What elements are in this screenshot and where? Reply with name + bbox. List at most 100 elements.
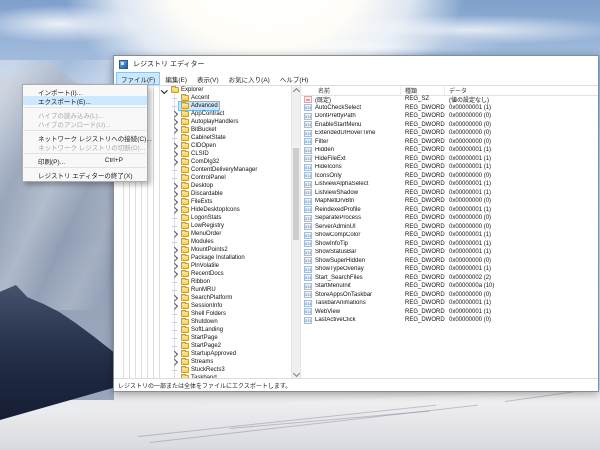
value-row[interactable]: 011HideIconsREG_DWORD0x00000001 (1) [301,163,598,172]
value-row[interactable]: 011ShowSuperHiddenREG_DWORD0x00000000 (0… [301,257,598,266]
tree-node[interactable]: BitBucket [178,126,218,134]
tree-node[interactable]: AppContract [178,110,226,118]
tree-node[interactable]: SoftLanding [178,326,225,334]
chevron-right-icon[interactable] [170,128,178,133]
tree-node[interactable]: MenuOrder [178,230,223,238]
tree-item[interactable]: Shutdown [114,318,291,326]
chevron-right-icon[interactable] [170,264,178,269]
menubar-item-help[interactable]: ヘルプ(H) [275,72,314,85]
tree-node[interactable]: MountPoints2 [178,246,230,254]
tree-item[interactable]: Modules [114,238,291,246]
tree-item[interactable]: PlnVolatile [114,262,291,270]
tree-item[interactable]: Ribbon [114,278,291,286]
scroll-up-icon[interactable] [293,88,300,95]
tree-node[interactable]: LogonStats [178,214,223,222]
value-row[interactable]: 011EnableStartMenuREG_DWORD0x00000000 (0… [301,121,598,130]
value-row[interactable]: 011ShowCompColorREG_DWORD0x00000001 (1) [301,231,598,240]
tree-node[interactable]: RunMRU [178,286,218,294]
tree-node[interactable]: Shutdown [178,318,220,326]
value-row[interactable]: 011MapNetDrvBtnREG_DWORD0x00000000 (0) [301,197,598,206]
value-row[interactable]: 011HiddenREG_DWORD0x00000001 (1) [301,146,598,155]
tree-node[interactable]: Explorer [168,86,205,94]
tree-item[interactable]: FileExts [114,198,291,206]
chevron-right-icon[interactable] [170,296,178,301]
tree-node[interactable]: Package Installation [178,254,247,262]
value-row[interactable]: 011WebViewREG_DWORD0x00000001 (1) [301,308,598,317]
value-row[interactable]: 011TaskbarAnimationsREG_DWORD0x00000001 … [301,299,598,308]
tree-item[interactable]: SessionInfo [114,302,291,310]
chevron-right-icon[interactable] [170,184,178,189]
value-row[interactable]: 011ReindexedProfileREG_DWORD0x00000001 (… [301,206,598,215]
file-menu-item[interactable]: ハイブのアンロード(U)... [23,119,147,128]
tree-item[interactable]: Package Installation [114,254,291,262]
file-menu-item[interactable]: レジストリ エディターの終了(X) [23,170,147,179]
column-header-type[interactable]: 種類 [401,86,445,95]
tree-node[interactable]: CLSID [178,150,211,158]
value-row[interactable]: 011ExtendedUIHoverTimeREG_DWORD0x0000000… [301,129,598,138]
menubar-item-favorites[interactable]: お気に入り(A) [224,72,275,85]
chevron-right-icon[interactable] [170,232,178,237]
tree-node[interactable]: CIDOpen [178,142,218,150]
tree-item[interactable]: StartPage2 [114,342,291,350]
value-row[interactable]: 011ListviewAlphaSelectREG_DWORD0x0000000… [301,180,598,189]
tree-node[interactable]: StartupApproved [178,350,238,358]
value-row[interactable]: 011ListviewShadowREG_DWORD0x00000001 (1) [301,189,598,198]
tree-item[interactable]: Desktop [114,182,291,190]
chevron-right-icon[interactable] [170,208,178,213]
chevron-right-icon[interactable] [170,248,178,253]
file-menu-item[interactable]: ネットワーク レジストリの切断(D)... [23,142,147,151]
tree-item[interactable]: StuckRects3 [114,366,291,374]
tree-node[interactable]: Shell Folders [178,310,228,318]
tree-item[interactable]: RecentDocs [114,270,291,278]
tree-item[interactable]: MountPoints2 [114,246,291,254]
value-row[interactable]: 011SeparateProcessREG_DWORD0x00000000 (0… [301,214,598,223]
scroll-down-icon[interactable] [293,370,300,377]
tree-item[interactable]: StartPage [114,334,291,342]
tree-node[interactable]: ComDlg32 [178,158,221,166]
chevron-right-icon[interactable] [170,200,178,205]
tree-node[interactable]: HideDesktopIcons [178,206,242,214]
tree-item[interactable]: Shell Folders [114,310,291,318]
menubar-item-view[interactable]: 表示(V) [192,72,224,85]
tree-item[interactable]: StartupApproved [114,350,291,358]
tree-item[interactable]: Discardable [114,190,291,198]
value-row[interactable]: 011ServerAdminUIREG_DWORD0x00000000 (0) [301,223,598,232]
value-row[interactable]: 011ShowTypeOverlayREG_DWORD0x00000001 (1… [301,265,598,274]
tree-node[interactable]: SessionInfo [178,302,224,310]
tree-node[interactable]: ControlPanel [178,174,228,182]
value-row[interactable]: 011ShowInfoTipREG_DWORD0x00000001 (1) [301,240,598,249]
regedit-icon[interactable] [119,60,128,69]
tree-item[interactable]: HideDesktopIcons [114,206,291,214]
tree-node[interactable]: Discardable [178,190,225,198]
tree-node[interactable]: AutoplayHandlers [178,118,240,126]
chevron-right-icon[interactable] [170,120,178,125]
value-row[interactable]: 011HideFileExtREG_DWORD0x00000001 (1) [301,155,598,164]
tree-node[interactable]: Ribbon [178,278,212,286]
tree-node[interactable]: RecentDocs [178,270,226,278]
tree-item[interactable]: SoftLanding [114,326,291,334]
value-row[interactable]: 011Start_SearchFilesREG_DWORD0x00000002 … [301,274,598,283]
tree-item[interactable]: SearchPlatform [114,294,291,302]
tree-item[interactable]: LowRegistry [114,222,291,230]
tree-node[interactable]: StartPage [178,334,220,342]
value-row[interactable]: 011AutoCheckSelectREG_DWORD0x00000001 (1… [301,104,598,113]
value-row[interactable]: 011IconsOnlyREG_DWORD0x00000000 (0) [301,172,598,181]
chevron-right-icon[interactable] [170,144,178,149]
chevron-right-icon[interactable] [170,360,178,365]
value-row[interactable]: 011StoreAppsOnTaskbarREG_DWORD0x00000000… [301,291,598,300]
chevron-right-icon[interactable] [170,152,178,157]
tree-node[interactable]: Streams [178,358,215,366]
chevron-right-icon[interactable] [170,272,178,277]
value-row[interactable]: 011LastActiveClickREG_DWORD0x00000000 (0… [301,316,598,325]
column-header-data[interactable]: データ [445,86,598,95]
file-menu-item[interactable]: エクスポート(E)... [23,96,147,105]
value-row[interactable]: 011DontPrettyPathREG_DWORD0x00000000 (0) [301,112,598,121]
value-row[interactable]: 011FilterREG_DWORD0x00000000 (0) [301,138,598,147]
tree-item[interactable]: LogonStats [114,214,291,222]
tree-node[interactable]: ContentDeliveryManager [178,166,259,174]
titlebar[interactable]: レジストリ エディター [114,56,598,72]
tree-scrollbar[interactable] [291,86,301,379]
scrollbar-thumb[interactable] [293,148,299,240]
chevron-right-icon[interactable] [170,256,178,261]
tree-item[interactable]: Streams [114,358,291,366]
